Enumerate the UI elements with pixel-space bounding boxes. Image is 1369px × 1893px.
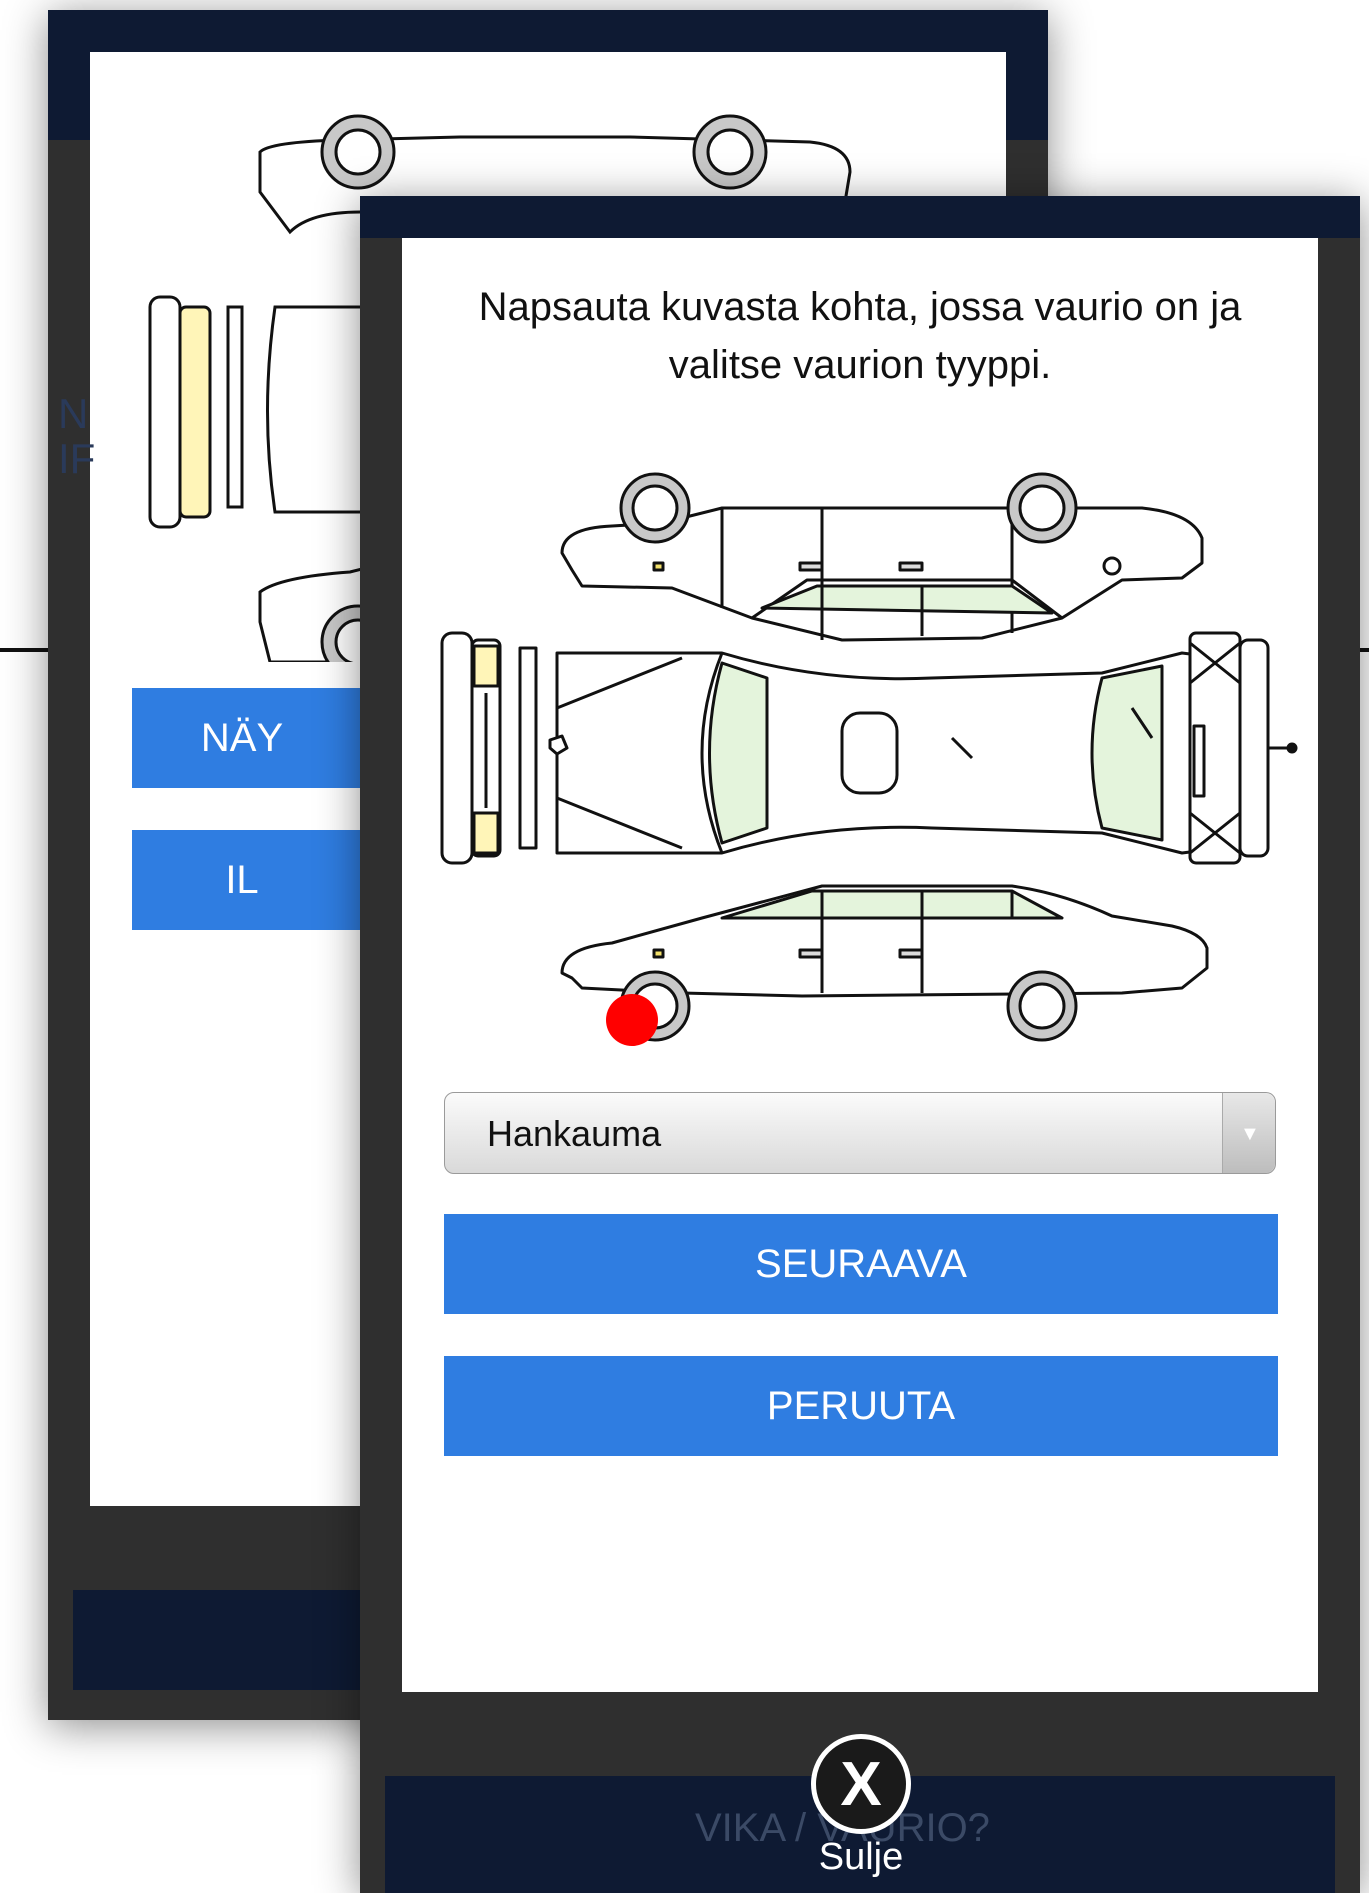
damage-modal: Napsauta kuvasta kohta, jossa vaurio on …	[402, 238, 1318, 1692]
cancel-button[interactable]: PERUUTA	[444, 1356, 1278, 1456]
close-label[interactable]: Sulje	[806, 1836, 916, 1879]
close-button[interactable]: X Sulje	[806, 1734, 916, 1879]
damage-type-select[interactable]: Hankauma ▼	[444, 1092, 1276, 1174]
damage-type-value: Hankauma	[487, 1113, 662, 1154]
damage-report-screen: VIKA / VAURIO? Napsauta kuvasta kohta, j…	[360, 196, 1360, 1893]
close-icon[interactable]: X	[811, 1734, 911, 1834]
car-damage-diagram[interactable]	[422, 468, 1298, 1048]
instruction-text: Napsauta kuvasta kohta, jossa vaurio on …	[478, 285, 1242, 387]
damage-marker	[606, 994, 658, 1046]
background-side-text-2: IF	[58, 435, 96, 482]
next-button[interactable]: SEURAAVA	[444, 1214, 1278, 1314]
top-bar	[360, 196, 1360, 238]
background-side-text-1: N	[58, 390, 89, 437]
dropdown-arrow-icon[interactable]: ▼	[1222, 1093, 1275, 1173]
